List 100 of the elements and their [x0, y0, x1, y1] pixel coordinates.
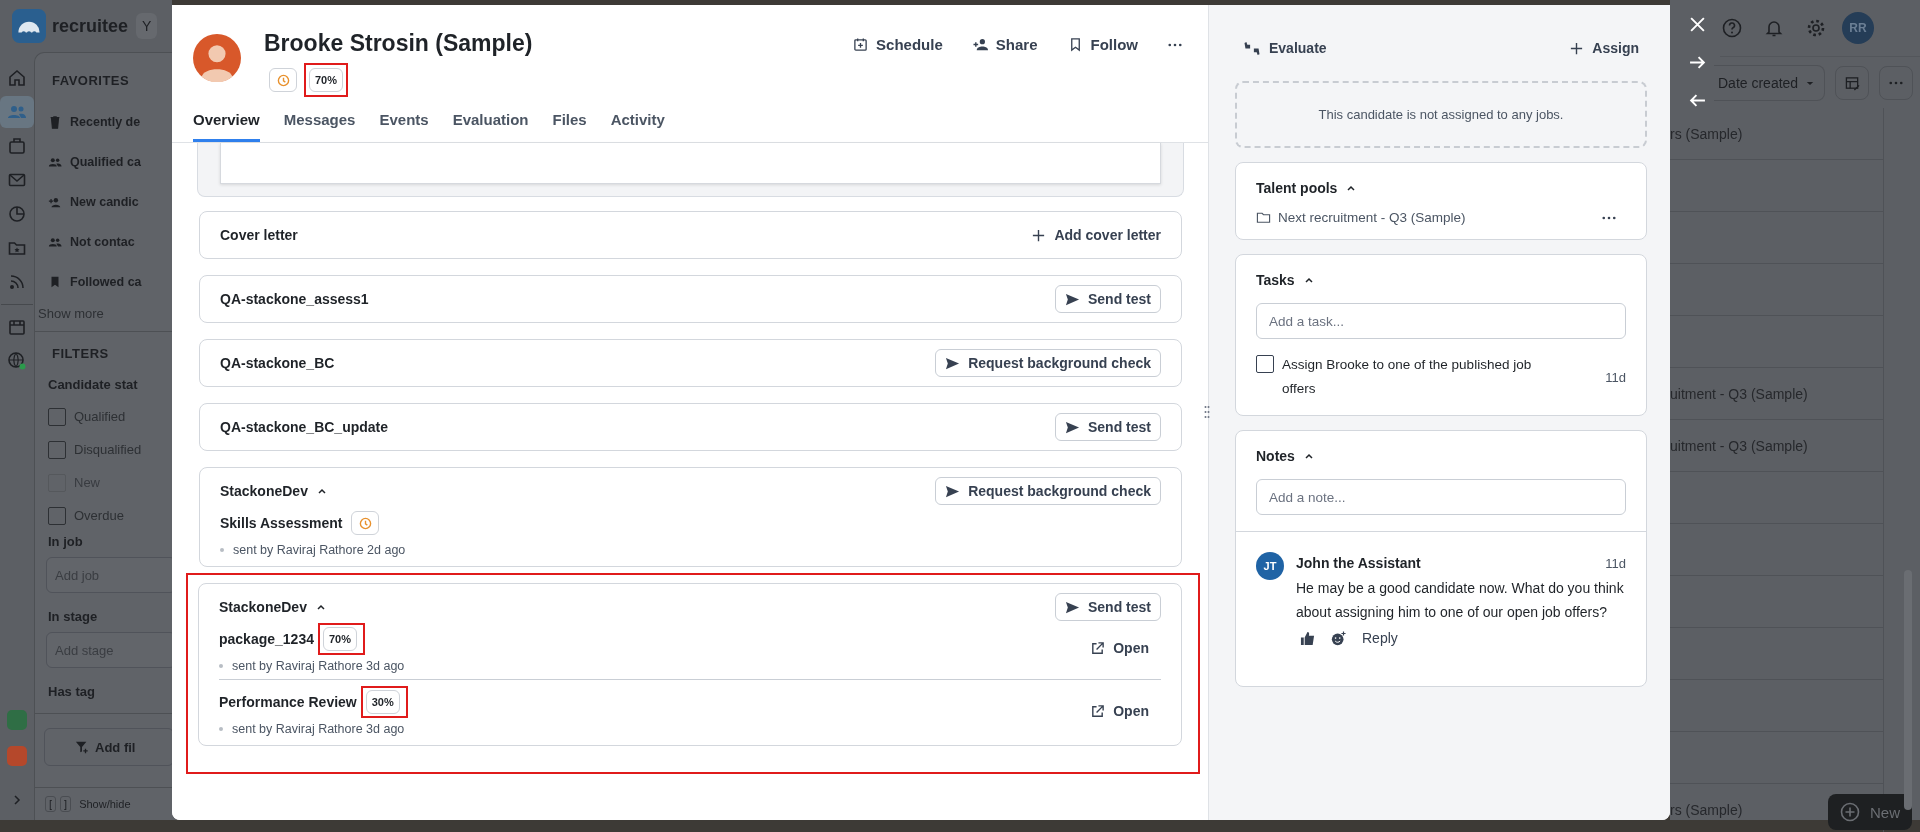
trash-icon	[48, 115, 62, 129]
send-button[interactable]: Send test	[1055, 413, 1161, 441]
section-title: StackoneDev	[220, 483, 308, 499]
send-button[interactable]: Send test	[1055, 285, 1161, 313]
tab[interactable]: Files	[552, 111, 587, 142]
tab[interactable]: Evaluation	[452, 111, 529, 142]
chevron-right-icon[interactable]	[11, 794, 23, 806]
avatar	[193, 34, 241, 82]
score-badge: 70%	[322, 627, 357, 651]
person-add-icon	[48, 195, 62, 209]
assign-button[interactable]: Assign	[1569, 40, 1639, 56]
card-title: Notes	[1256, 448, 1295, 464]
section-title: QA-stackone_BC	[220, 355, 335, 371]
logo-icon	[12, 9, 46, 43]
reply-button[interactable]: Reply	[1362, 630, 1398, 646]
external-link-icon	[1090, 640, 1106, 656]
card-title: Talent pools	[1256, 180, 1338, 196]
people-icon	[48, 155, 62, 169]
assessment-name: package_1234	[219, 631, 314, 647]
pending-badge	[269, 68, 297, 92]
send-button[interactable]: Request background check	[935, 477, 1161, 505]
notification-bell-icon[interactable]	[1764, 18, 1784, 38]
send-icon	[945, 355, 961, 371]
scrollbar[interactable]	[1904, 570, 1912, 810]
plus-circle-icon	[1840, 802, 1860, 822]
arrow-right-icon[interactable]	[1688, 54, 1706, 71]
filter-label: In stage	[48, 609, 99, 624]
thumbs-up-icon[interactable]	[1300, 630, 1315, 646]
more-icon	[1168, 42, 1182, 47]
open-link[interactable]: Open	[1090, 703, 1149, 719]
tab[interactable]: Messages	[283, 111, 356, 142]
note-author: John the Assistant	[1296, 555, 1421, 571]
people-icon	[48, 235, 62, 249]
task-text: Assign Brooke to one of the published job offers	[1282, 356, 1533, 398]
sent-info: sent by Raviraj Rathore 3d ago	[232, 722, 405, 736]
drag-handle[interactable]	[1204, 405, 1210, 419]
task-age: 11d	[1605, 369, 1626, 385]
folder-icon	[1256, 210, 1271, 225]
settings-icon[interactable]	[1806, 18, 1826, 38]
pending-badge	[351, 511, 380, 535]
assessment-name: Performance Review	[219, 694, 357, 710]
note-text: He may be a good candidate now. What do you think about assigning him to one of our open job offers?	[1296, 579, 1625, 622]
action-button[interactable]: Follow	[1067, 36, 1138, 53]
card-title: Tasks	[1256, 272, 1295, 288]
section-title: Cover letter	[220, 227, 298, 243]
person-add-icon	[972, 37, 988, 52]
external-link-icon	[1090, 703, 1106, 719]
send-icon	[945, 483, 961, 499]
section-title: FAVORITES	[52, 73, 131, 88]
note-age: 11d	[1605, 555, 1626, 571]
empty-message: This candidate is not assigned to any jobs.	[1318, 107, 1564, 122]
send-button[interactable]: Request background check	[935, 349, 1161, 377]
action-button[interactable]: Share	[972, 36, 1038, 53]
help-icon[interactable]	[1722, 18, 1742, 38]
open-link[interactable]: Open	[1090, 640, 1149, 656]
score-badge: 70%	[309, 68, 344, 92]
talent-pool-name[interactable]: Next recruitment - Q3 (Sample)	[1278, 210, 1466, 225]
emoji-add-icon[interactable]	[1331, 630, 1346, 646]
evaluate-button[interactable]: Evaluate	[1243, 40, 1327, 56]
section-title: StackoneDev	[219, 599, 307, 615]
filter-label: Has tag	[48, 684, 96, 699]
send-icon	[1065, 419, 1080, 435]
candidate-name: Brooke Strosin (Sample)	[264, 30, 533, 57]
shortcut-label: Show/hide	[79, 798, 131, 810]
tab[interactable]: Activity	[610, 111, 665, 142]
filter-label: In job	[48, 534, 84, 549]
filter-label: Candidate stat	[48, 377, 139, 392]
filter-add-icon	[75, 740, 89, 754]
add-cover-letter-button[interactable]: Add cover letter	[1031, 227, 1161, 243]
people-icon[interactable]	[0, 96, 34, 128]
table-edit-icon	[1844, 75, 1860, 91]
send-button[interactable]: Send test	[1055, 593, 1161, 621]
sent-info: sent by Raviraj Rathore 2d ago	[233, 543, 406, 557]
section-title: FILTERS	[52, 346, 110, 361]
task-checkbox[interactable]	[1256, 355, 1274, 373]
table-edit-button[interactable]	[1835, 66, 1870, 100]
author-avatar: JT	[1256, 552, 1284, 580]
calendar-icon	[853, 37, 869, 52]
more-icon	[1889, 81, 1904, 85]
caret-icon	[1806, 80, 1815, 86]
key-hint: ]	[60, 796, 72, 812]
score-badge: 30%	[365, 690, 400, 714]
send-icon	[1065, 291, 1080, 307]
tab[interactable]: Events	[379, 111, 429, 142]
note-input[interactable]: Add a note...	[1256, 479, 1626, 515]
thumbs-icon	[1243, 40, 1261, 56]
plus-icon	[1031, 227, 1047, 243]
task-input[interactable]: Add a task...	[1256, 303, 1626, 339]
logo-text: recruitee	[52, 15, 129, 37]
assessment-name: Skills Assessment	[220, 515, 343, 531]
section-title: QA-stackone_BC_update	[220, 419, 389, 435]
action-button[interactable]: Schedule	[853, 36, 943, 53]
key-hint: [	[45, 796, 57, 812]
section-title: QA-stackone_assess1	[220, 291, 369, 307]
more-icon[interactable]	[1602, 215, 1616, 220]
arrow-left-icon[interactable]	[1688, 92, 1706, 109]
close-icon[interactable]	[1688, 16, 1706, 33]
sent-info: sent by Raviraj Rathore 3d ago	[232, 659, 405, 673]
plus-icon	[1569, 40, 1585, 56]
send-icon	[1065, 599, 1080, 615]
